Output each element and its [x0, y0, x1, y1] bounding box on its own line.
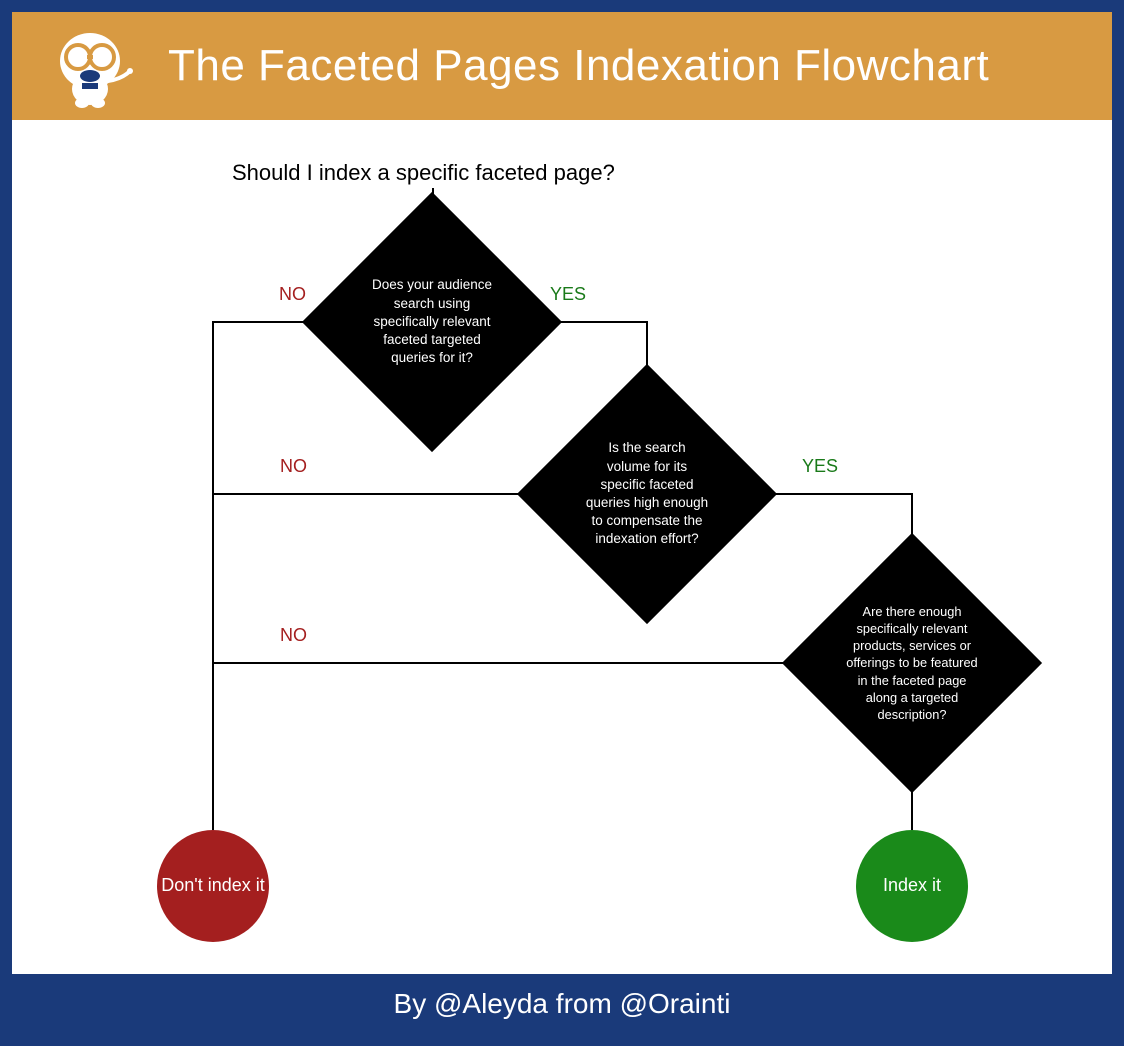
- connector: [212, 321, 342, 323]
- label-yes-2: YES: [802, 456, 838, 477]
- footer-bar: By @Aleyda from @Orainti: [12, 974, 1112, 1034]
- header-title: The Faceted Pages Indexation Flowchart: [168, 41, 989, 91]
- terminal-index: Index it: [856, 830, 968, 942]
- label-no-1: NO: [279, 284, 306, 305]
- decision-2-text: Is the search volume for its specific fa…: [555, 402, 739, 586]
- diagram-frame: The Faceted Pages Indexation Flowchart S…: [0, 0, 1124, 1046]
- label-yes-1: YES: [550, 284, 586, 305]
- connector: [212, 662, 822, 664]
- connector: [212, 321, 214, 830]
- header-bar: The Faceted Pages Indexation Flowchart: [12, 12, 1112, 120]
- terminal-dont-index: Don't index it: [157, 830, 269, 942]
- connector: [522, 321, 648, 323]
- mascot-icon: [40, 21, 140, 111]
- label-no-2: NO: [280, 456, 307, 477]
- flowchart-canvas: Should I index a specific faceted page? …: [12, 120, 1112, 974]
- terminal-index-text: Index it: [883, 875, 941, 897]
- connector: [911, 753, 913, 830]
- connector: [212, 493, 556, 495]
- decision-3-text: Are there enough specifically relevant p…: [820, 571, 1004, 755]
- label-no-3: NO: [280, 625, 307, 646]
- footer-text: By @Aleyda from @Orainti: [394, 988, 731, 1020]
- connector: [738, 493, 913, 495]
- start-question: Should I index a specific faceted page?: [232, 160, 615, 186]
- decision-1-text: Does your audience search using specific…: [340, 230, 524, 414]
- terminal-dont-index-text: Don't index it: [161, 875, 265, 897]
